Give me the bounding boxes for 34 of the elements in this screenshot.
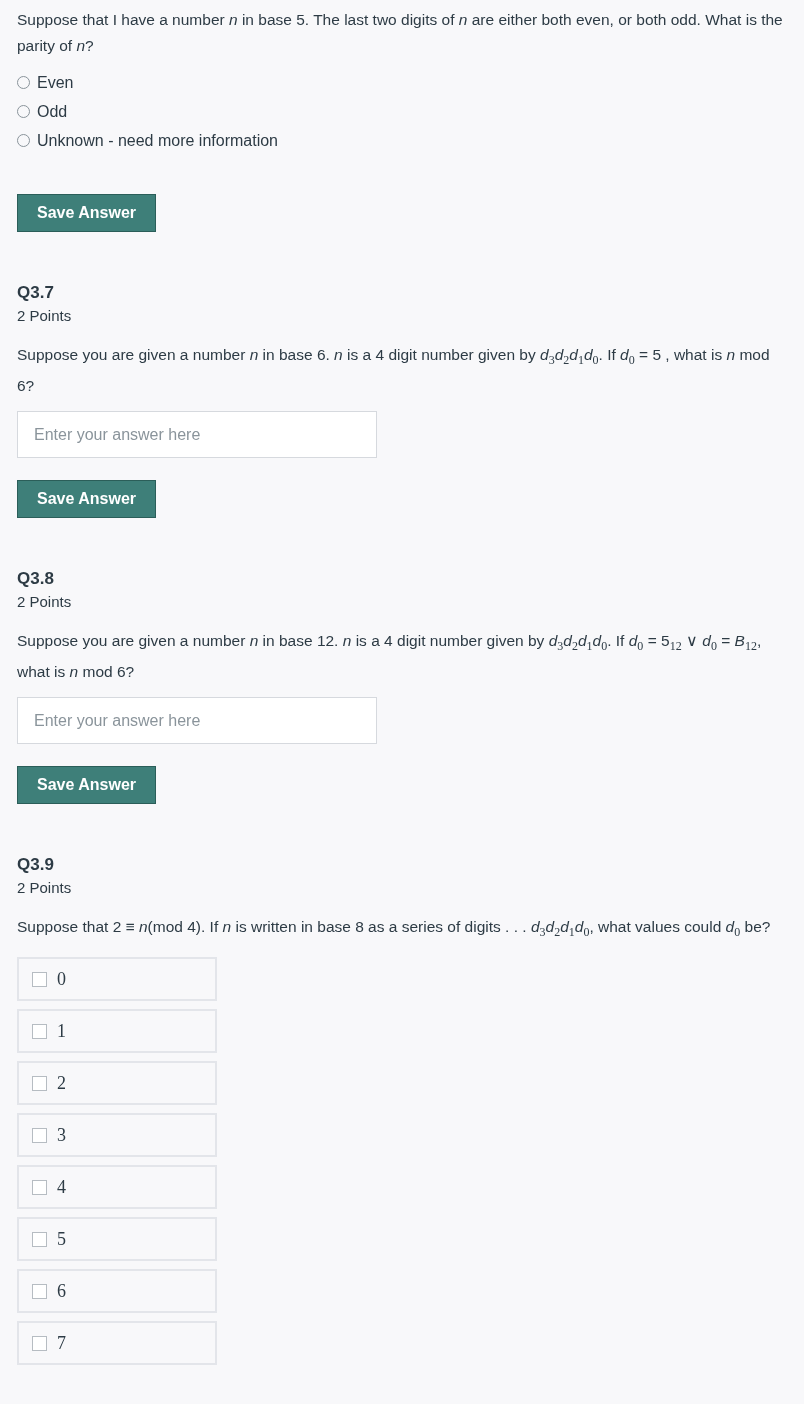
question-text: Suppose you are given a number n in base 6. n is a 4 digit number given by d$_{3}$d$_{2}$d$_{1}$d$_{0}$. If d$_{0}$ = 5 , what is n mod 6? xyxy=(17,345,771,397)
save-answer-button[interactable]: Save Answer xyxy=(17,480,156,519)
checkbox[interactable] xyxy=(32,1283,47,1299)
option-label[interactable]: Odd xyxy=(37,102,68,121)
question-points: 2 Points xyxy=(17,878,72,899)
checkbox[interactable] xyxy=(32,1231,47,1247)
question-number: Q3.7 xyxy=(17,282,55,304)
question-points: 2 Points xyxy=(17,306,72,326)
save-answer-button[interactable]: Save Answer xyxy=(17,194,156,232)
checkbox[interactable] xyxy=(32,1335,47,1351)
checkbox-option[interactable]: 2 xyxy=(17,1061,217,1106)
checkbox[interactable] xyxy=(32,1023,47,1039)
option-label[interactable]: Unknown - need more information xyxy=(37,131,278,150)
checkbox-option[interactable]: 4 xyxy=(17,1165,217,1210)
question-number: Q3.9 xyxy=(17,854,55,877)
checkbox-option[interactable]: 1 xyxy=(17,1009,217,1054)
checkbox-option[interactable]: 5 xyxy=(17,1217,217,1262)
question-points: 2 Points xyxy=(17,592,72,613)
checkbox[interactable] xyxy=(32,1075,47,1091)
checkbox-option[interactable]: 0 xyxy=(17,957,217,1002)
question-text: Suppose that I have a number n in base 5. The last two digits of n are either both even, or both odd. What is the parity of n? xyxy=(17,10,784,56)
answer-field[interactable]: Enter your answer here xyxy=(17,411,377,459)
question-number: Q3.8 xyxy=(17,568,55,591)
checkbox-option[interactable]: 6 xyxy=(17,1269,217,1314)
checkbox-option[interactable]: 7 xyxy=(17,1321,217,1366)
checkbox[interactable] xyxy=(32,1127,47,1143)
question-text: Suppose you are given a number n in base 12. n is a 4 digit number given by d$_{3}$d$_{2}$d$_{1}$d$_{0}$. If d$_{0}$ = 5$_{12}$ ∨ d$_{0}$ = B$_{12}$, what is n mod 6? xyxy=(17,631,763,683)
checkbox[interactable] xyxy=(32,971,47,987)
option-label[interactable]: Even xyxy=(37,73,74,92)
checkbox[interactable] xyxy=(32,1179,47,1195)
save-answer-button[interactable]: Save Answer xyxy=(17,766,156,805)
question-text: Suppose that 2 ≡ n(mod 4). If n is written in base 8 as a series of digits . . . d$_{3}$d$_{2}$d$_{1}$d$_{0}$, what values could d$_{0}$ be? xyxy=(17,917,771,942)
answer-field[interactable]: Enter your answer here xyxy=(17,697,377,745)
checkbox-option[interactable]: 3 xyxy=(17,1113,217,1158)
